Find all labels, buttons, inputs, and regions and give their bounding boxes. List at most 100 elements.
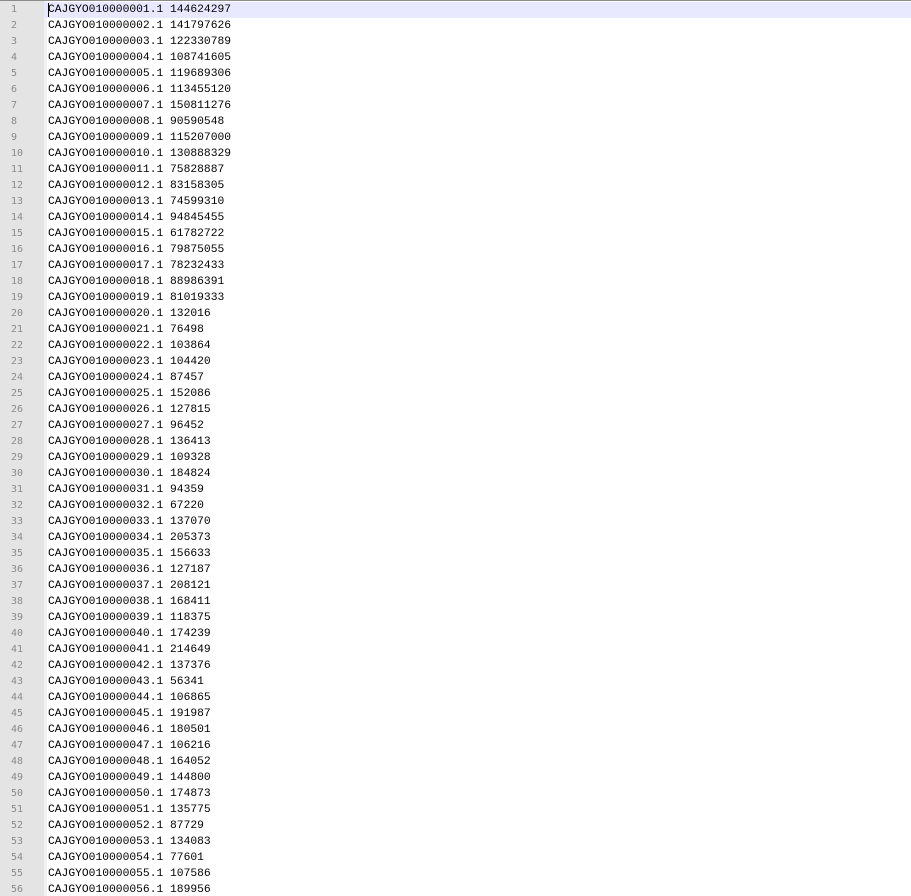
editor-line[interactable]: 34 CAJGYO010000034.1 205373 [0, 530, 911, 546]
line-text[interactable]: CAJGYO010000007.1 150811276 [48, 98, 231, 114]
editor-line[interactable]: 7 CAJGYO010000007.1 150811276 [0, 98, 911, 114]
line-text[interactable]: CAJGYO010000004.1 108741605 [48, 50, 231, 66]
line-text[interactable]: CAJGYO010000014.1 94845455 [48, 210, 224, 226]
line-text[interactable]: CAJGYO010000001.1 144624297 [48, 2, 231, 18]
editor-line[interactable]: 14 CAJGYO010000014.1 94845455 [0, 210, 911, 226]
line-text[interactable]: CAJGYO010000020.1 132016 [48, 306, 211, 322]
line-text[interactable]: CAJGYO010000011.1 75828887 [48, 162, 224, 178]
editor-line[interactable]: 41 CAJGYO010000041.1 214649 [0, 642, 911, 658]
line-text[interactable]: CAJGYO010000026.1 127815 [48, 402, 211, 418]
editor-line[interactable]: 36 CAJGYO010000036.1 127187 [0, 562, 911, 578]
editor-line[interactable]: 5 CAJGYO010000005.1 119689306 [0, 66, 911, 82]
editor-line[interactable]: 45 CAJGYO010000045.1 191987 [0, 706, 911, 722]
line-text[interactable]: CAJGYO010000053.1 134083 [48, 834, 211, 850]
editor-line[interactable]: 18 CAJGYO010000018.1 88986391 [0, 274, 911, 290]
editor-line[interactable]: 38 CAJGYO010000038.1 168411 [0, 594, 911, 610]
line-text[interactable]: CAJGYO010000022.1 103864 [48, 338, 211, 354]
editor-line[interactable]: 3 CAJGYO010000003.1 122330789 [0, 34, 911, 50]
editor-line[interactable]: 11 CAJGYO010000011.1 75828887 [0, 162, 911, 178]
line-text[interactable]: CAJGYO010000051.1 135775 [48, 802, 211, 818]
line-text[interactable]: CAJGYO010000036.1 127187 [48, 562, 211, 578]
editor-line[interactable]: 20 CAJGYO010000020.1 132016 [0, 306, 911, 322]
line-text[interactable]: CAJGYO010000043.1 56341 [48, 674, 204, 690]
editor-line[interactable]: 46 CAJGYO010000046.1 180501 [0, 722, 911, 738]
line-text[interactable]: CAJGYO010000019.1 81019333 [48, 290, 224, 306]
line-text[interactable]: CAJGYO010000050.1 174873 [48, 786, 211, 802]
line-text[interactable]: CAJGYO010000035.1 156633 [48, 546, 211, 562]
editor-line[interactable]: 29 CAJGYO010000029.1 109328 [0, 450, 911, 466]
line-text[interactable]: CAJGYO010000027.1 96452 [48, 418, 204, 434]
editor-line[interactable]: 39 CAJGYO010000039.1 118375 [0, 610, 911, 626]
line-text[interactable]: CAJGYO010000010.1 130888329 [48, 146, 231, 162]
editor-line[interactable]: 55 CAJGYO010000055.1 107586 [0, 866, 911, 882]
line-text[interactable]: CAJGYO010000006.1 113455120 [48, 82, 231, 98]
line-text[interactable]: CAJGYO010000056.1 189956 [48, 882, 211, 896]
editor-line[interactable]: 52 CAJGYO010000052.1 87729 [0, 818, 911, 834]
editor-line[interactable]: 13 CAJGYO010000013.1 74599310 [0, 194, 911, 210]
editor-line[interactable]: 44 CAJGYO010000044.1 106865 [0, 690, 911, 706]
editor-line[interactable]: 43 CAJGYO010000043.1 56341 [0, 674, 911, 690]
editor-line[interactable]: 49 CAJGYO010000049.1 144800 [0, 770, 911, 786]
line-text[interactable]: CAJGYO010000003.1 122330789 [48, 34, 231, 50]
editor-line[interactable]: 37 CAJGYO010000037.1 208121 [0, 578, 911, 594]
line-text[interactable]: CAJGYO010000025.1 152086 [48, 386, 211, 402]
line-text[interactable]: CAJGYO010000029.1 109328 [48, 450, 211, 466]
line-text[interactable]: CAJGYO010000017.1 78232433 [48, 258, 224, 274]
editor-line[interactable]: 17 CAJGYO010000017.1 78232433 [0, 258, 911, 274]
line-text[interactable]: CAJGYO010000052.1 87729 [48, 818, 204, 834]
line-text[interactable]: CAJGYO010000038.1 168411 [48, 594, 211, 610]
editor-line[interactable]: 25 CAJGYO010000025.1 152086 [0, 386, 911, 402]
line-text[interactable]: CAJGYO010000024.1 87457 [48, 370, 204, 386]
editor-line[interactable]: 35 CAJGYO010000035.1 156633 [0, 546, 911, 562]
line-text[interactable]: CAJGYO010000009.1 115207000 [48, 130, 231, 146]
editor-line[interactable]: 1 CAJGYO010000001.1 144624297 [0, 2, 911, 18]
editor-line[interactable]: 12 CAJGYO010000012.1 83158305 [0, 178, 911, 194]
editor-line[interactable]: 26 CAJGYO010000026.1 127815 [0, 402, 911, 418]
editor-line[interactable]: 56 CAJGYO010000056.1 189956 [0, 882, 911, 896]
line-text[interactable]: CAJGYO010000005.1 119689306 [48, 66, 231, 82]
editor-line[interactable]: 30 CAJGYO010000030.1 184824 [0, 466, 911, 482]
text-editor[interactable]: 1 CAJGYO010000001.1 144624297 2 CAJGYO01000… [0, 0, 911, 896]
editor-line[interactable]: 16 CAJGYO010000016.1 79875055 [0, 242, 911, 258]
line-text[interactable]: CAJGYO010000042.1 137376 [48, 658, 211, 674]
editor-line[interactable]: 42 CAJGYO010000042.1 137376 [0, 658, 911, 674]
line-text[interactable]: CAJGYO010000002.1 141797626 [48, 18, 231, 34]
editor-line[interactable]: 51 CAJGYO010000051.1 135775 [0, 802, 911, 818]
line-text[interactable]: CAJGYO010000044.1 106865 [48, 690, 211, 706]
line-text[interactable]: CAJGYO010000049.1 144800 [48, 770, 211, 786]
line-text[interactable]: CAJGYO010000018.1 88986391 [48, 274, 224, 290]
editor-line[interactable]: 50 CAJGYO010000050.1 174873 [0, 786, 911, 802]
line-text[interactable]: CAJGYO010000028.1 136413 [48, 434, 211, 450]
line-text[interactable]: CAJGYO010000016.1 79875055 [48, 242, 224, 258]
line-text[interactable]: CAJGYO010000033.1 137070 [48, 514, 211, 530]
editor-line[interactable]: 28 CAJGYO010000028.1 136413 [0, 434, 911, 450]
editor-line[interactable]: 2 CAJGYO010000002.1 141797626 [0, 18, 911, 34]
line-text[interactable]: CAJGYO010000023.1 104420 [48, 354, 211, 370]
line-text[interactable]: CAJGYO010000045.1 191987 [48, 706, 211, 722]
editor-line[interactable]: 9 CAJGYO010000009.1 115207000 [0, 130, 911, 146]
line-text[interactable]: CAJGYO010000037.1 208121 [48, 578, 211, 594]
editor-line[interactable]: 27 CAJGYO010000027.1 96452 [0, 418, 911, 434]
editor-line[interactable]: 23 CAJGYO010000023.1 104420 [0, 354, 911, 370]
line-text[interactable]: CAJGYO010000048.1 164052 [48, 754, 211, 770]
editor-line[interactable]: 10 CAJGYO010000010.1 130888329 [0, 146, 911, 162]
line-text[interactable]: CAJGYO010000034.1 205373 [48, 530, 211, 546]
editor-line[interactable]: 8 CAJGYO010000008.1 90590548 [0, 114, 911, 130]
line-text[interactable]: CAJGYO010000041.1 214649 [48, 642, 211, 658]
editor-line[interactable]: 19 CAJGYO010000019.1 81019333 [0, 290, 911, 306]
line-text[interactable]: CAJGYO010000030.1 184824 [48, 466, 211, 482]
editor-line[interactable]: 21 CAJGYO010000021.1 76498 [0, 322, 911, 338]
line-text[interactable]: CAJGYO010000032.1 67220 [48, 498, 204, 514]
line-text[interactable]: CAJGYO010000015.1 61782722 [48, 226, 224, 242]
editor-line[interactable]: 22 CAJGYO010000022.1 103864 [0, 338, 911, 354]
line-text[interactable]: CAJGYO010000012.1 83158305 [48, 178, 224, 194]
editor-lines[interactable]: 1 CAJGYO010000001.1 144624297 2 CAJGYO01000… [0, 2, 911, 896]
editor-line[interactable]: 15 CAJGYO010000015.1 61782722 [0, 226, 911, 242]
line-text[interactable]: CAJGYO010000055.1 107586 [48, 866, 211, 882]
line-text[interactable]: CAJGYO010000047.1 106216 [48, 738, 211, 754]
editor-line[interactable]: 54 CAJGYO010000054.1 77601 [0, 850, 911, 866]
editor-line[interactable]: 4 CAJGYO010000004.1 108741605 [0, 50, 911, 66]
editor-line[interactable]: 33 CAJGYO010000033.1 137070 [0, 514, 911, 530]
line-text[interactable]: CAJGYO010000021.1 76498 [48, 322, 204, 338]
editor-line[interactable]: 53 CAJGYO010000053.1 134083 [0, 834, 911, 850]
